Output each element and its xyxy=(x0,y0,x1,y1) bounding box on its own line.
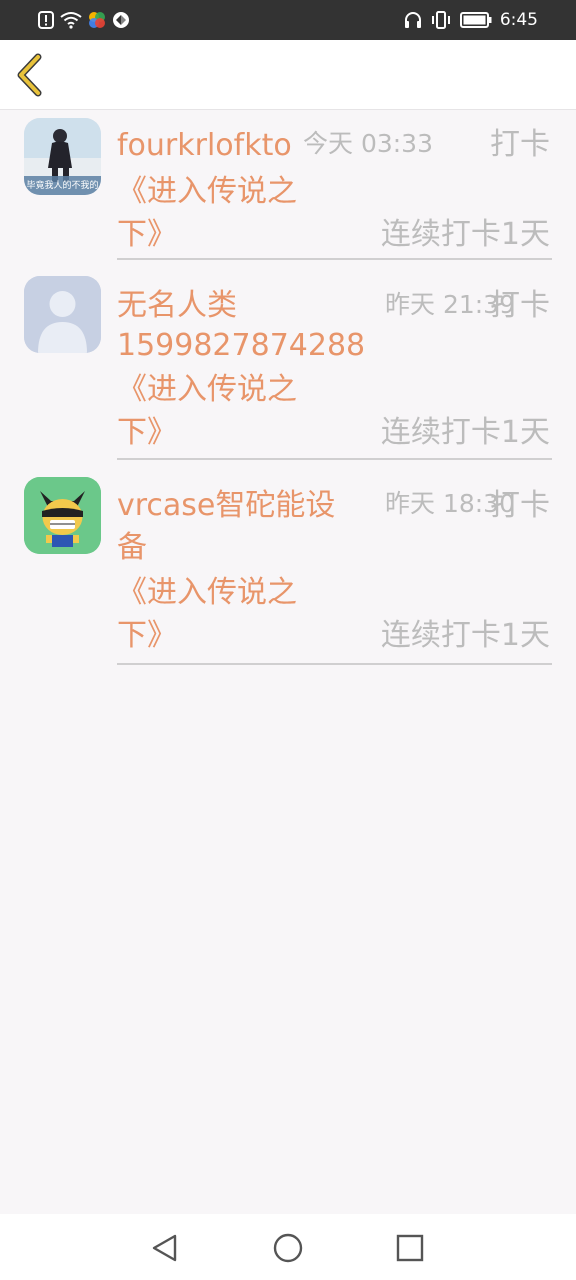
checkin-label: 打卡 xyxy=(490,488,550,523)
divider xyxy=(117,663,552,665)
nav-back-button[interactable] xyxy=(145,1228,185,1268)
default-avatar-icon xyxy=(24,276,101,353)
app-header xyxy=(0,40,576,110)
circle-home-icon xyxy=(273,1233,303,1263)
user-name[interactable]: fourkrlofkto xyxy=(117,126,292,166)
battery-icon xyxy=(459,12,492,28)
divider xyxy=(117,258,552,260)
vibrate-icon xyxy=(431,11,450,29)
streak-text: 连续打卡1天 xyxy=(380,217,550,252)
list-item[interactable]: vrcase智砣能设 备 昨天 18:30 打卡 《进入传说之 下》 连续打卡1… xyxy=(0,462,576,667)
avatar[interactable]: 毕竟我人的不我的 xyxy=(24,118,101,195)
nav-recents-button[interactable] xyxy=(390,1228,430,1268)
book-title-line2[interactable]: 下》 xyxy=(117,614,177,658)
book-title-line1[interactable]: 《进入传说之 xyxy=(117,571,297,615)
user-name[interactable]: 无名人类 xyxy=(117,286,237,326)
avatar[interactable] xyxy=(24,477,101,554)
checkin-label: 打卡 xyxy=(490,127,550,162)
book-title-line1[interactable]: 《进入传说之 xyxy=(117,368,297,412)
streak-text: 连续打卡1天 xyxy=(380,415,550,450)
app-icon xyxy=(113,12,129,28)
book-title-line2[interactable]: 下》 xyxy=(117,213,177,257)
list-item[interactable]: 毕竟我人的不我的 fourkrlofkto 今天 03:33 打卡 《进入传说之… xyxy=(0,110,576,262)
triangle-back-icon xyxy=(152,1234,177,1262)
back-button[interactable] xyxy=(12,52,52,98)
user-name-line2[interactable]: 备 xyxy=(117,528,147,568)
nav-home-button[interactable] xyxy=(268,1228,308,1268)
book-title-line2[interactable]: 下》 xyxy=(117,411,177,455)
book-title-line1[interactable]: 《进入传说之 xyxy=(117,170,297,214)
avatar-cartoon xyxy=(24,477,101,554)
headphones-icon xyxy=(404,12,421,28)
status-right-icons: 6:45 xyxy=(404,9,538,31)
streak-text: 连续打卡1天 xyxy=(380,618,550,653)
avatar-caption: 毕竟我人的不我的 xyxy=(26,181,99,191)
checkin-label: 打卡 xyxy=(490,288,550,323)
app-icon xyxy=(89,12,105,28)
checkin-time: 今天 03:33 xyxy=(303,129,433,158)
system-nav-bar xyxy=(0,1214,576,1280)
status-time: 6:45 xyxy=(499,10,538,30)
avatar[interactable] xyxy=(24,276,101,353)
status-bar: 6:45 xyxy=(0,0,576,40)
status-left-icons xyxy=(38,9,130,31)
divider xyxy=(117,458,552,460)
user-name[interactable]: vrcase智砣能设 xyxy=(117,486,335,526)
square-recents-icon xyxy=(396,1234,424,1262)
list-item[interactable]: 无名人类 1599827874288 昨天 21:39 打卡 《进入传说之 下》… xyxy=(0,262,576,462)
user-name-line2[interactable]: 1599827874288 xyxy=(117,326,365,366)
wifi-icon xyxy=(60,12,82,29)
checkin-list: 毕竟我人的不我的 fourkrlofkto 今天 03:33 打卡 《进入传说之… xyxy=(0,110,576,667)
alert-icon xyxy=(38,11,54,29)
chevron-left-icon xyxy=(17,53,42,97)
